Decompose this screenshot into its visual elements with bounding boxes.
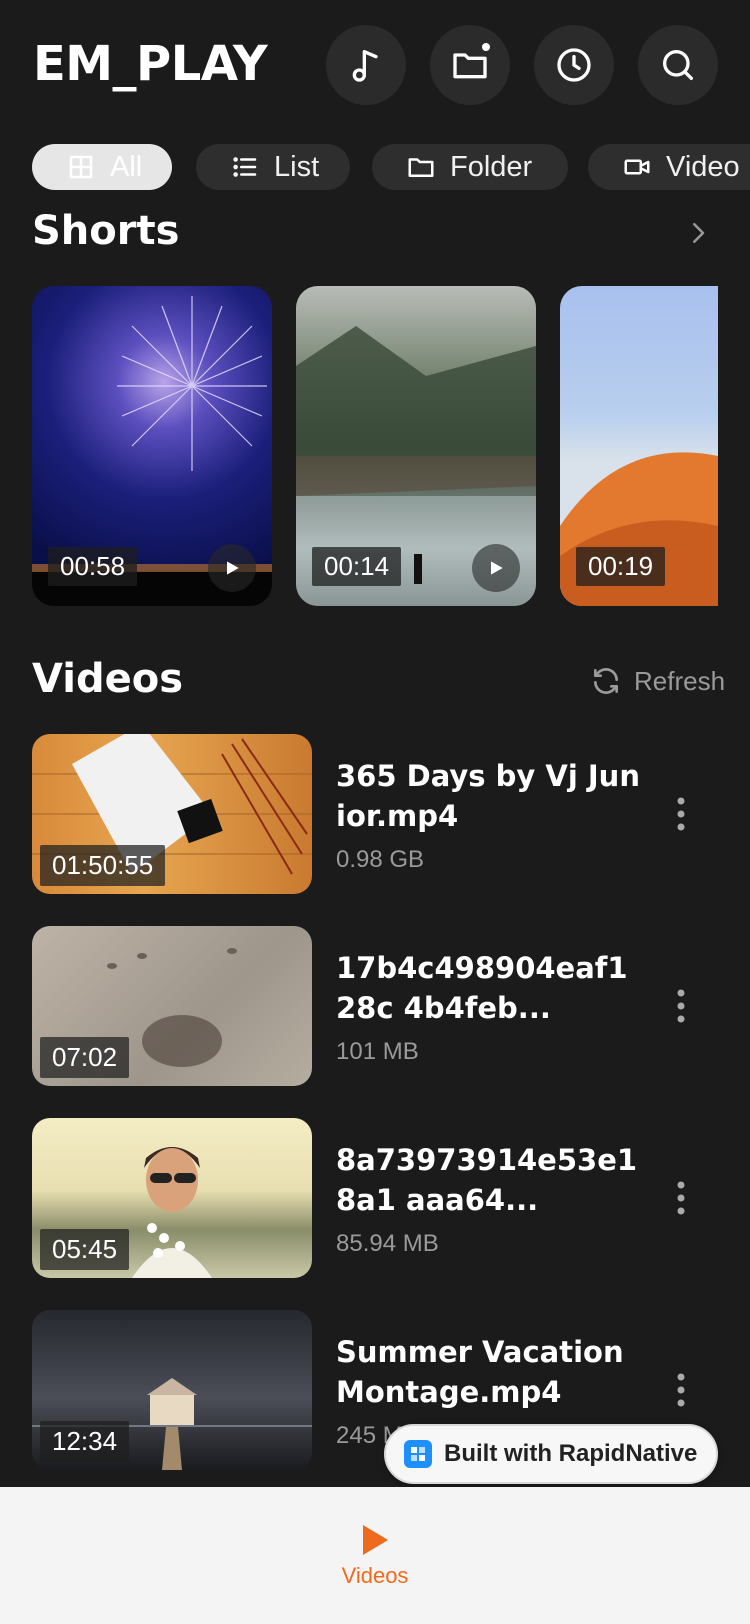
video-size: 0.98 GB [336,846,425,873]
duration-label: 07:02 [40,1037,130,1078]
video-icon [624,159,650,175]
search-button[interactable] [638,25,718,105]
refresh-label: Refresh [634,665,726,696]
chip-label: List [274,150,320,183]
history-button[interactable] [534,25,614,105]
more-vertical-icon[interactable] [676,988,686,1024]
more-vertical-icon[interactable] [676,1372,686,1408]
tab-videos[interactable]: Videos [340,1523,410,1589]
video-title: 8a73973914e53e18a1 aaa64... [336,1143,638,1217]
more-vertical-icon[interactable] [676,796,686,832]
chip-list[interactable]: List [196,144,350,190]
short-card[interactable]: 00:19 [560,286,718,606]
video-title: Summer Vacation Montage.mp4 [336,1335,624,1409]
video-thumbnail[interactable]: 01:50:55 [32,734,312,894]
chevron-right-icon[interactable] [683,218,713,248]
folder-button[interactable] [430,25,510,105]
videos-title: Videos [32,656,184,702]
play-icon [491,561,503,575]
header: EM_PLAY [0,0,750,130]
music-button[interactable] [326,25,406,105]
chip-label: All [110,150,143,183]
duration-label: 05:45 [40,1229,130,1270]
play-button[interactable] [208,544,256,592]
folder-icon [408,158,434,177]
shorts-carousel: 00:58 00:14 00:19 [32,286,718,606]
chip-all[interactable]: All [32,144,172,190]
short-card[interactable]: 00:58 [32,286,272,606]
play-icon [363,1525,388,1555]
bottom-tab-bar: Videos [0,1487,750,1624]
rapidnative-logo-icon [404,1440,432,1468]
built-with-badge[interactable]: Built with RapidNative [384,1424,718,1484]
tab-label: Videos [341,1563,409,1588]
music-note-icon [352,50,378,82]
badge-label: Built with RapidNative [444,1440,698,1467]
video-thumbnail[interactable]: 12:34 [32,1310,312,1470]
chip-label: Folder [450,150,533,183]
video-title: 17b4c498904eaf128c 4b4feb... [336,951,628,1025]
duration-label: 01:50:55 [40,845,166,886]
video-row[interactable]: 05:45 8a73973914e53e18a1 aaa64... 85.94 … [32,1118,722,1278]
list-icon [233,157,257,177]
video-row[interactable]: 07:02 17b4c498904eaf128c 4b4feb... 101 M… [32,926,722,1086]
app-title: EM_PLAY [33,36,268,92]
video-title: 365 Days by Vj Junior.mp4 [336,759,640,833]
more-vertical-icon[interactable] [676,1180,686,1216]
shorts-title: Shorts [32,208,180,254]
chip-label: Video [666,150,740,183]
grid-icon [69,155,93,179]
duration-label: 00:14 [312,547,402,586]
duration-label: 00:58 [48,547,138,586]
chip-video[interactable]: Video [588,144,750,190]
play-icon [227,561,239,575]
video-thumbnail[interactable]: 05:45 [32,1118,312,1278]
refresh-icon [594,668,618,694]
duration-label: 00:19 [576,547,666,586]
refresh-button[interactable]: Refresh [590,665,725,697]
video-size: 101 MB [336,1038,419,1065]
short-card[interactable]: 00:14 [296,286,536,606]
video-size: 85.94 MB [336,1230,439,1257]
search-icon [663,50,693,81]
video-thumbnail[interactable]: 07:02 [32,926,312,1086]
play-button[interactable] [472,544,520,592]
clock-icon [557,48,591,82]
notification-dot [479,40,493,54]
video-row[interactable]: 01:50:55 365 Days by Vj Junior.mp4 0.98 … [32,734,722,894]
filter-chips: All List Folder Video [32,144,750,190]
duration-label: 12:34 [40,1421,130,1462]
chip-folder[interactable]: Folder [372,144,568,190]
